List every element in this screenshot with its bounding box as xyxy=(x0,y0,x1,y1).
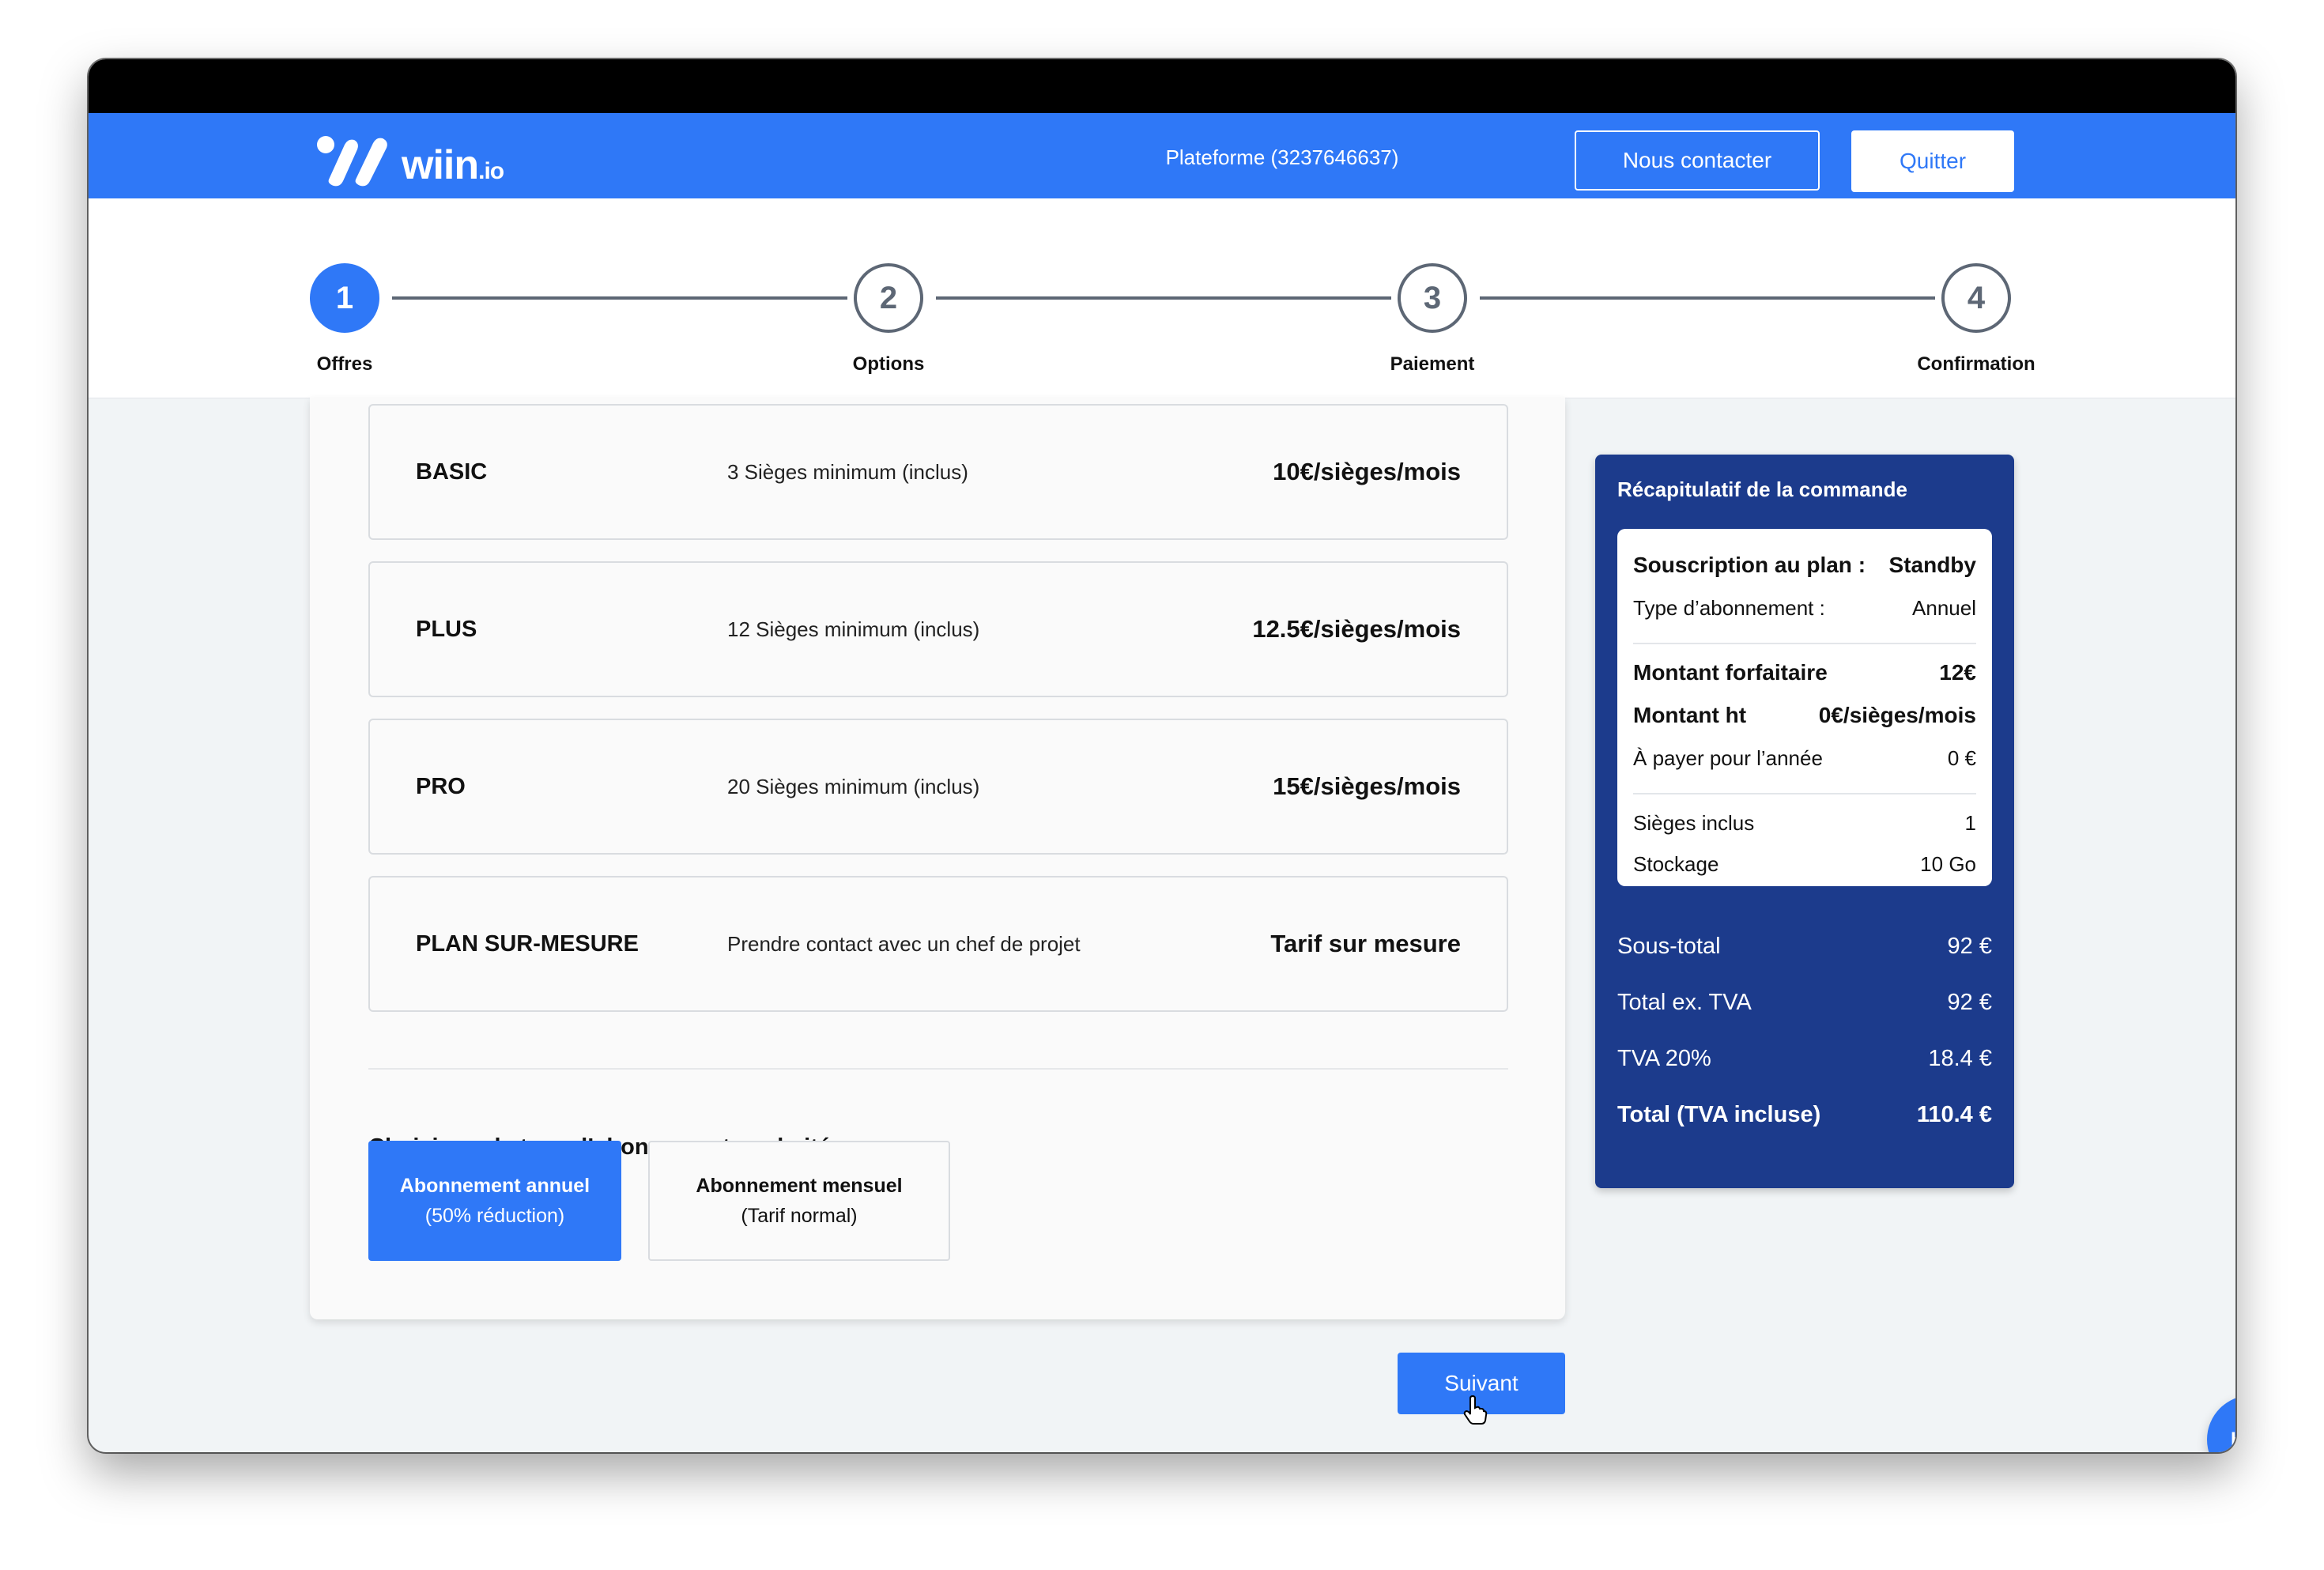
annual-subscription-label: Abonnement annuel xyxy=(399,1175,590,1197)
summary-type-row: Type d’abonnement : Annuel xyxy=(1633,592,1976,624)
summary-plan-row: Souscription au plan : Standby xyxy=(1633,549,1976,581)
window-titlebar xyxy=(89,59,2235,113)
plan-option-pro[interactable]: PRO 20 Sièges minimum (inclus) 15€/siège… xyxy=(368,719,1508,855)
monthly-subscription-label: Abonnement mensuel xyxy=(696,1175,903,1197)
summary-storage-label: Stockage xyxy=(1633,851,1719,876)
plan-name: PRO xyxy=(416,773,466,799)
subtotal-value: 92 € xyxy=(1947,933,1992,959)
summary-plan-value: Standby xyxy=(1888,553,1976,577)
step-2-label: Options xyxy=(852,353,925,375)
plan-option-basic[interactable]: BASIC 3 Sièges minimum (inclus) 10€/sièg… xyxy=(368,404,1508,540)
summary-flat-row: Montant forfaitaire 12€ xyxy=(1633,657,1976,689)
contact-button[interactable]: Nous contacter xyxy=(1575,130,1820,191)
summary-flat-value: 12€ xyxy=(1939,660,1976,685)
total-incl-vat-label: Total (TVA incluse) xyxy=(1617,1101,1821,1127)
total-excl-vat-value: 92 € xyxy=(1947,989,1992,1015)
plan-description: 3 Sièges minimum (inclus) xyxy=(727,459,968,484)
step-1-circle[interactable]: 1 xyxy=(310,263,379,333)
plan-description: Prendre contact avec un chef de projet xyxy=(727,931,1081,956)
vat-row: TVA 20% 18.4 € xyxy=(1617,1041,1992,1076)
summary-flat-label: Montant forfaitaire xyxy=(1633,660,1828,685)
plan-description: 20 Sièges minimum (inclus) xyxy=(727,774,980,798)
subtotal-row: Sous-total 92 € xyxy=(1617,929,1992,964)
annual-subscription-note: (50% réduction) xyxy=(424,1205,565,1227)
summary-divider xyxy=(1633,793,1976,794)
plan-name: BASIC xyxy=(416,459,488,485)
vat-label: TVA 20% xyxy=(1617,1045,1711,1071)
order-summary-title: Récapitulatif de la commande xyxy=(1617,477,1907,501)
step-3-circle[interactable]: 3 xyxy=(1398,263,1467,333)
plan-option-custom[interactable]: PLAN SUR-MESURE Prendre contact avec un … xyxy=(368,876,1508,1012)
total-incl-vat-value: 110.4 € xyxy=(1916,1101,1992,1127)
browser-window: wiin.io Plateforme (3237646637) Nous con… xyxy=(89,59,2235,1452)
summary-type-value: Annuel xyxy=(1912,595,1976,620)
step-connector xyxy=(392,296,847,300)
step-connector xyxy=(936,296,1391,300)
summary-storage-value: 10 Go xyxy=(1920,851,1976,876)
hand-cursor-icon xyxy=(1463,1395,1488,1425)
summary-year-value: 0 € xyxy=(1947,745,1976,770)
logo-wordmark: wiin.io xyxy=(402,142,504,188)
summary-year-label: À payer pour l’année xyxy=(1633,745,1823,770)
summary-plan-label: Souscription au plan : xyxy=(1633,553,1866,577)
summary-type-label: Type d’abonnement : xyxy=(1633,595,1825,620)
summary-year-row: À payer pour l’année 0 € xyxy=(1633,742,1976,774)
step-2-circle[interactable]: 2 xyxy=(854,263,923,333)
plan-name: PLAN SUR-MESURE xyxy=(416,930,639,957)
platform-id-label: Plateforme (3237646637) xyxy=(1165,145,1399,169)
monthly-subscription-button[interactable]: Abonnement mensuel (Tarif normal) xyxy=(648,1141,950,1261)
section-divider xyxy=(368,1068,1508,1070)
step-connector xyxy=(1480,296,1935,300)
plan-name: PLUS xyxy=(416,616,477,642)
total-incl-vat-row: Total (TVA incluse) 110.4 € xyxy=(1617,1097,1992,1132)
subtotal-label: Sous-total xyxy=(1617,933,1721,959)
plan-price: 10€/sièges/mois xyxy=(1273,458,1461,485)
vat-value: 18.4 € xyxy=(1928,1045,1992,1071)
summary-ht-row: Montant ht 0€/sièges/mois xyxy=(1633,700,1976,731)
summary-seats-label: Sièges inclus xyxy=(1633,810,1755,835)
quit-button[interactable]: Quitter xyxy=(1851,130,2014,192)
total-excl-vat-label: Total ex. TVA xyxy=(1617,989,1752,1015)
plan-option-plus[interactable]: PLUS 12 Sièges minimum (inclus) 12.5€/si… xyxy=(368,561,1508,697)
plan-price: 15€/sièges/mois xyxy=(1273,772,1461,800)
annual-subscription-button[interactable]: Abonnement annuel (50% réduction) xyxy=(368,1141,621,1261)
plan-price: 12.5€/sièges/mois xyxy=(1252,615,1461,643)
summary-ht-label: Montant ht xyxy=(1633,703,1747,727)
summary-seats-row: Sièges inclus 1 xyxy=(1633,807,1976,839)
summary-ht-value: 0€/sièges/mois xyxy=(1818,703,1976,727)
monthly-subscription-note: (Tarif normal) xyxy=(741,1205,858,1227)
step-4-circle[interactable]: 4 xyxy=(1941,263,2011,333)
total-excl-vat-row: Total ex. TVA 92 € xyxy=(1617,985,1992,1020)
summary-storage-row: Stockage 10 Go xyxy=(1633,848,1976,880)
summary-seats-value: 1 xyxy=(1964,810,1976,835)
plan-price: Tarif sur mesure xyxy=(1270,930,1461,957)
plan-description: 12 Sièges minimum (inclus) xyxy=(727,617,980,641)
help-button[interactable]: Help xyxy=(2207,1395,2235,1452)
summary-divider xyxy=(1633,643,1976,644)
step-1-label: Offres xyxy=(316,353,373,375)
step-4-label: Confirmation xyxy=(1917,353,2035,375)
step-3-label: Paiement xyxy=(1390,353,1475,375)
